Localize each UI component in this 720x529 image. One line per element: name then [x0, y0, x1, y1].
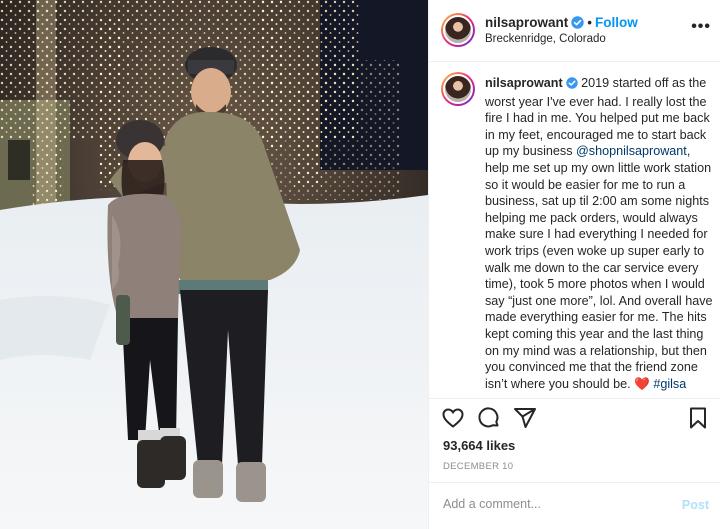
post-comment-button[interactable]: Post — [682, 498, 709, 512]
follow-button[interactable]: Follow — [595, 15, 638, 30]
caption-text: nilsaprowant 2019 started off as the wor… — [485, 75, 717, 392]
comment-icon[interactable] — [477, 406, 501, 435]
couple-in-snow-image — [0, 0, 428, 529]
separator-dot: • — [587, 15, 592, 30]
red-heart-emoji: ❤️ — [634, 376, 650, 391]
bookmark-icon[interactable] — [686, 406, 710, 435]
location-link[interactable]: Breckenridge, Colorado — [485, 33, 606, 45]
post-date[interactable]: DECEMBER 10 — [443, 461, 513, 472]
avatar[interactable] — [441, 13, 475, 47]
mention-link[interactable]: @shopnilsaprowant — [576, 144, 687, 158]
comment-composer: Post — [429, 482, 720, 529]
verified-badge-icon — [571, 16, 584, 32]
caption-avatar[interactable] — [441, 72, 475, 106]
hashtag-link[interactable]: #gilsa — [653, 377, 686, 391]
share-icon[interactable] — [513, 406, 537, 435]
caption-section: nilsaprowant 2019 started off as the wor… — [429, 62, 720, 399]
more-options-icon[interactable]: ••• — [691, 19, 711, 35]
caption-body-2: , help me set up my own little work stat… — [485, 144, 713, 391]
verified-badge-icon — [565, 77, 578, 94]
post-photo[interactable] — [0, 0, 428, 529]
instagram-post: nilsaprowant • Follow Breckenridge, Colora… — [0, 0, 720, 529]
username-link[interactable]: nilsaprowant — [485, 15, 568, 30]
header-user-line: nilsaprowant • Follow — [485, 15, 638, 32]
post-header: nilsaprowant • Follow Breckenridge, Colora… — [429, 0, 720, 62]
likes-count[interactable]: 93,664 likes — [443, 438, 515, 453]
heart-icon[interactable] — [441, 406, 465, 435]
action-bar — [429, 404, 720, 434]
comment-input[interactable] — [443, 497, 663, 511]
caption-username[interactable]: nilsaprowant — [485, 76, 563, 90]
post-details-panel: nilsaprowant • Follow Breckenridge, Colora… — [428, 0, 720, 529]
